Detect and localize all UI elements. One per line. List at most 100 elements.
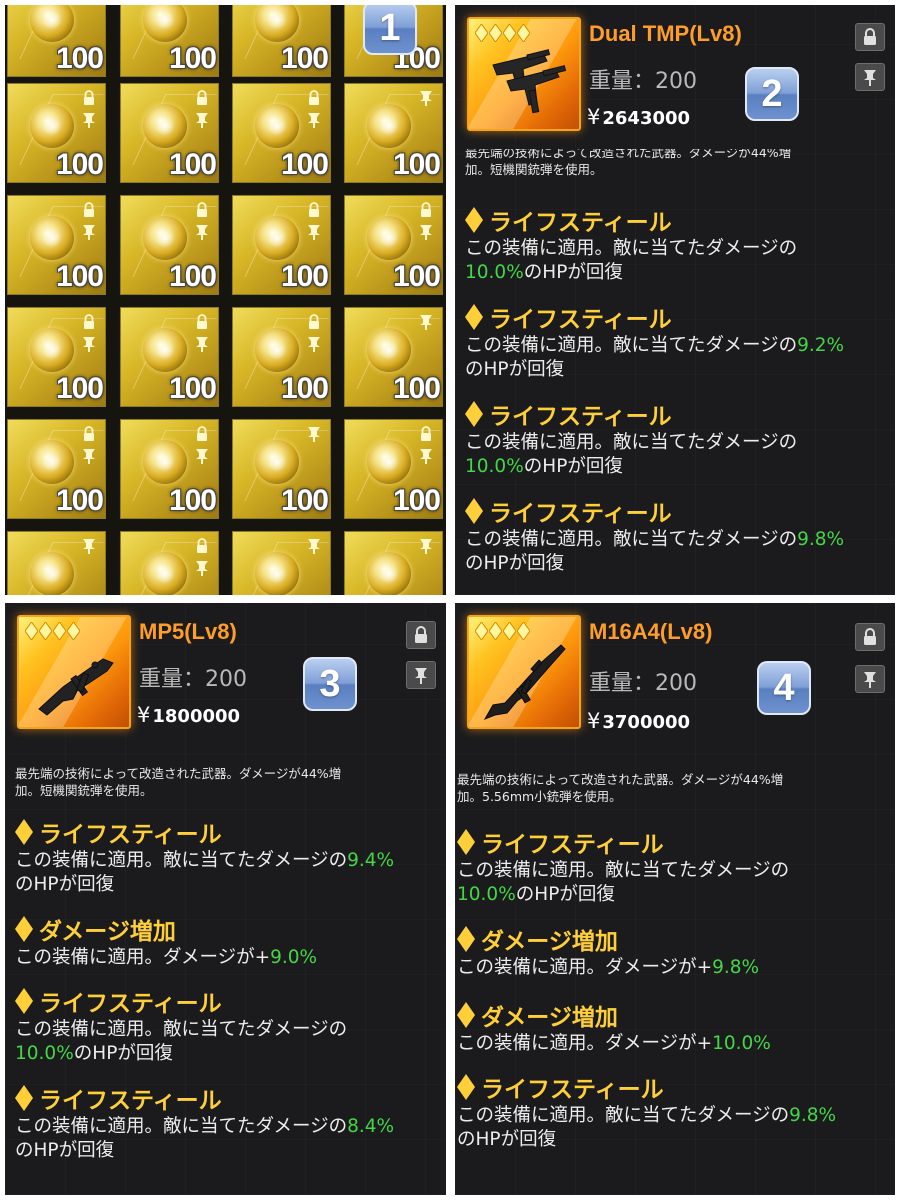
- tile-count: 100: [392, 372, 441, 405]
- diamond-icon: [15, 819, 33, 845]
- diamond-icon: [489, 622, 502, 640]
- lock-button[interactable]: [406, 621, 436, 649]
- material-tile[interactable]: 100: [7, 531, 106, 595]
- pin-icon: [864, 70, 876, 86]
- pin-button[interactable]: [406, 661, 436, 689]
- coin-icon: [143, 104, 187, 148]
- coin-icon: [255, 5, 299, 42]
- material-tile[interactable]: 100: [344, 83, 443, 183]
- material-tile[interactable]: 100: [120, 419, 219, 519]
- material-tile[interactable]: 100: [232, 5, 331, 77]
- rarity-stars: [475, 622, 530, 640]
- material-tile[interactable]: 100: [7, 195, 106, 295]
- skill-title: ダメージ増加: [15, 912, 442, 946]
- material-tile[interactable]: 100: [7, 419, 106, 519]
- skill-name: ダメージ増加: [481, 928, 618, 954]
- coin-icon: [30, 104, 74, 148]
- item-price: ¥3700000: [587, 709, 690, 733]
- diamond-icon: [15, 916, 33, 942]
- lock-icon: [864, 28, 876, 45]
- lock-icon: [864, 628, 876, 645]
- price-value: 1800000: [152, 706, 241, 727]
- pin-icon: [420, 449, 432, 464]
- skill-description: この装備に適用。敵に当てたダメージの9.4% のHPが回復: [15, 849, 442, 897]
- material-tile[interactable]: 100: [7, 5, 106, 77]
- pin-icon: [83, 449, 95, 464]
- skill-text: この装備に適用。敵に当てたダメージの: [465, 529, 798, 550]
- diamond-icon: [503, 622, 516, 640]
- material-tile[interactable]: 100: [120, 5, 219, 77]
- coin-icon: [30, 552, 74, 595]
- skill-description: この装備に適用。敵に当てたダメージの8.4% のHPが回復: [15, 1115, 442, 1163]
- item-name: M16A4(Lv8): [589, 619, 713, 644]
- diamond-icon: [15, 1085, 33, 1111]
- material-tile[interactable]: 100: [120, 307, 219, 407]
- skill-text: のHPが回復: [515, 884, 615, 905]
- lock-button[interactable]: [855, 23, 885, 51]
- skill-entry: ライフスティール この装備に適用。敵に当てたダメージの 10.0%のHPが回復: [457, 825, 891, 922]
- item-image: [467, 615, 581, 729]
- skill-text: この装備に適用。敵に当てたダメージの: [15, 1019, 348, 1040]
- skill-entry: ライフスティール この装備に適用。敵に当てたダメージの9.8% のHPが回復: [465, 494, 891, 591]
- material-tile[interactable]: 100: [232, 531, 331, 595]
- skill-description: この装備に適用。ダメージが+9.8%: [457, 956, 891, 980]
- skill-entry: ライフスティール この装備に適用。敵に当てたダメージの 10.0%のHPが回復: [15, 984, 442, 1081]
- material-tile[interactable]: 100: [232, 307, 331, 407]
- skill-description: この装備に適用。敵に当てたダメージの9.8% のHPが回復: [465, 528, 891, 576]
- tile-count: 100: [55, 148, 104, 181]
- item-price: ¥1800000: [137, 703, 240, 727]
- skill-description: この装備に適用。敵に当てたダメージの 10.0%のHPが回復: [457, 859, 891, 907]
- skill-list: ライフスティール この装備に適用。敵に当てたダメージの 10.0%のHPが回復 ダ…: [457, 825, 891, 1167]
- tile-count: 100: [55, 260, 104, 293]
- lock-icon: [309, 314, 319, 329]
- skill-value: 10.0%: [465, 456, 524, 477]
- diamond-icon: [465, 304, 483, 330]
- lock-icon: [84, 426, 94, 441]
- lock-icon: [197, 314, 207, 329]
- material-tile[interactable]: 100: [232, 419, 331, 519]
- material-tile[interactable]: 100: [344, 419, 443, 519]
- material-tile[interactable]: 100: [120, 83, 219, 183]
- weapon-icon: [38, 658, 114, 716]
- material-tile[interactable]: 100: [344, 307, 443, 407]
- material-tile[interactable]: 100: [7, 83, 106, 183]
- material-tile[interactable]: 100: [7, 307, 106, 407]
- item-image: [17, 615, 131, 729]
- coin-icon: [30, 328, 74, 372]
- skill-value: 10.0%: [457, 884, 516, 905]
- skill-text: のHPが回復: [73, 1043, 173, 1064]
- tile-count: 100: [280, 148, 329, 181]
- material-tile[interactable]: 100: [344, 531, 443, 595]
- tile-count: 100: [392, 148, 441, 181]
- skill-value: 8.4%: [347, 1116, 395, 1137]
- skill-entry: ライフスティール この装備に適用。敵に当てたダメージの9.2% のHPが回復: [465, 300, 891, 397]
- material-tile[interactable]: 100: [232, 83, 331, 183]
- diamond-icon: [53, 622, 66, 640]
- tile-count: 100: [168, 148, 217, 181]
- pin-icon: [83, 337, 95, 352]
- item-name: MP5(Lv8): [139, 619, 237, 644]
- skill-value: 9.2%: [797, 335, 845, 356]
- material-tile[interactable]: 100: [232, 195, 331, 295]
- item-description: 最先端の技術によって改造された武器。ダメージが44%増 加。5.56mm小銃弾を…: [457, 771, 887, 805]
- coin-icon: [367, 216, 411, 260]
- pin-button[interactable]: [855, 665, 885, 693]
- material-tile[interactable]: 100: [344, 195, 443, 295]
- skill-title: ライフスティール: [457, 825, 891, 859]
- coin-icon: [143, 328, 187, 372]
- description-line: 加。短機関銃弾を使用。: [465, 162, 603, 177]
- skill-text: のHPが回復: [523, 262, 623, 283]
- skill-entry: ダメージ増加 この装備に適用。ダメージが+10.0%: [457, 998, 891, 1070]
- skill-entry: ライフスティール この装備に適用。敵に当てたダメージの9.4% のHPが回復: [15, 815, 442, 912]
- skill-name: ライフスティール: [39, 821, 222, 847]
- item-description: 最先端の技術によって改造された武器。ダメージが44%増 加。短機関銃弾を使用。: [15, 765, 438, 799]
- coin-icon: [30, 216, 74, 260]
- skill-entry: ライフスティール この装備に適用。敵に当てたダメージの9.8% のHPが回復: [457, 1070, 891, 1167]
- pin-button[interactable]: [855, 63, 885, 91]
- skill-description: この装備に適用。敵に当てたダメージの9.8% のHPが回復: [457, 1104, 891, 1152]
- lock-button[interactable]: [855, 623, 885, 651]
- pin-icon: [196, 113, 208, 128]
- material-tile[interactable]: 100: [120, 531, 219, 595]
- material-tile[interactable]: 100: [120, 195, 219, 295]
- pin-icon: [83, 225, 95, 240]
